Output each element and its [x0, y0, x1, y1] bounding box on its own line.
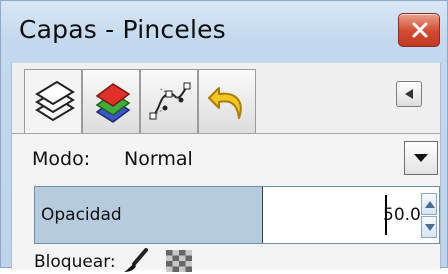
mode-select-value[interactable]: Normal — [124, 148, 193, 170]
undo-history-icon — [208, 87, 242, 119]
tab-undo-history[interactable] — [198, 69, 256, 135]
mode-dropdown-button[interactable] — [404, 141, 438, 175]
brush-lock-icon[interactable] — [122, 248, 150, 274]
tab-menu-button[interactable] — [396, 81, 422, 107]
paths-icon — [149, 82, 191, 120]
arrow-up-icon — [425, 201, 435, 208]
dialog-window: Capas - Pinceles Modo: Normal Opacidad 5… — [0, 0, 448, 272]
opacity-spinner[interactable] — [421, 193, 437, 239]
spin-down-button[interactable] — [421, 216, 437, 238]
spin-up-button[interactable] — [421, 193, 437, 215]
opacity-slider[interactable]: Opacidad 50.0 — [34, 186, 440, 244]
window-title: Capas - Pinceles — [19, 15, 226, 44]
layers-icon — [35, 80, 75, 122]
dock-client-area: Modo: Normal Opacidad 50.0 Bloquear: — [11, 63, 441, 272]
tab-layers[interactable] — [24, 69, 82, 141]
mode-label: Modo: — [32, 148, 91, 170]
lock-label: Bloquear: — [34, 252, 116, 272]
close-icon — [412, 22, 428, 38]
close-button[interactable] — [398, 13, 440, 47]
opacity-label: Opacidad — [41, 205, 122, 225]
triangle-left-icon — [405, 89, 413, 99]
layers-panel: Modo: Normal Opacidad 50.0 Bloquear: — [12, 133, 440, 272]
arrow-down-icon — [425, 224, 435, 231]
chevron-down-icon — [414, 154, 428, 162]
channels-icon — [95, 83, 131, 123]
tab-paths[interactable] — [140, 69, 198, 135]
alpha-lock-icon[interactable] — [166, 250, 192, 272]
opacity-value-field[interactable]: 50.0 — [383, 205, 421, 225]
title-bar[interactable]: Capas - Pinceles — [1, 1, 447, 63]
tab-channels[interactable] — [82, 69, 140, 135]
